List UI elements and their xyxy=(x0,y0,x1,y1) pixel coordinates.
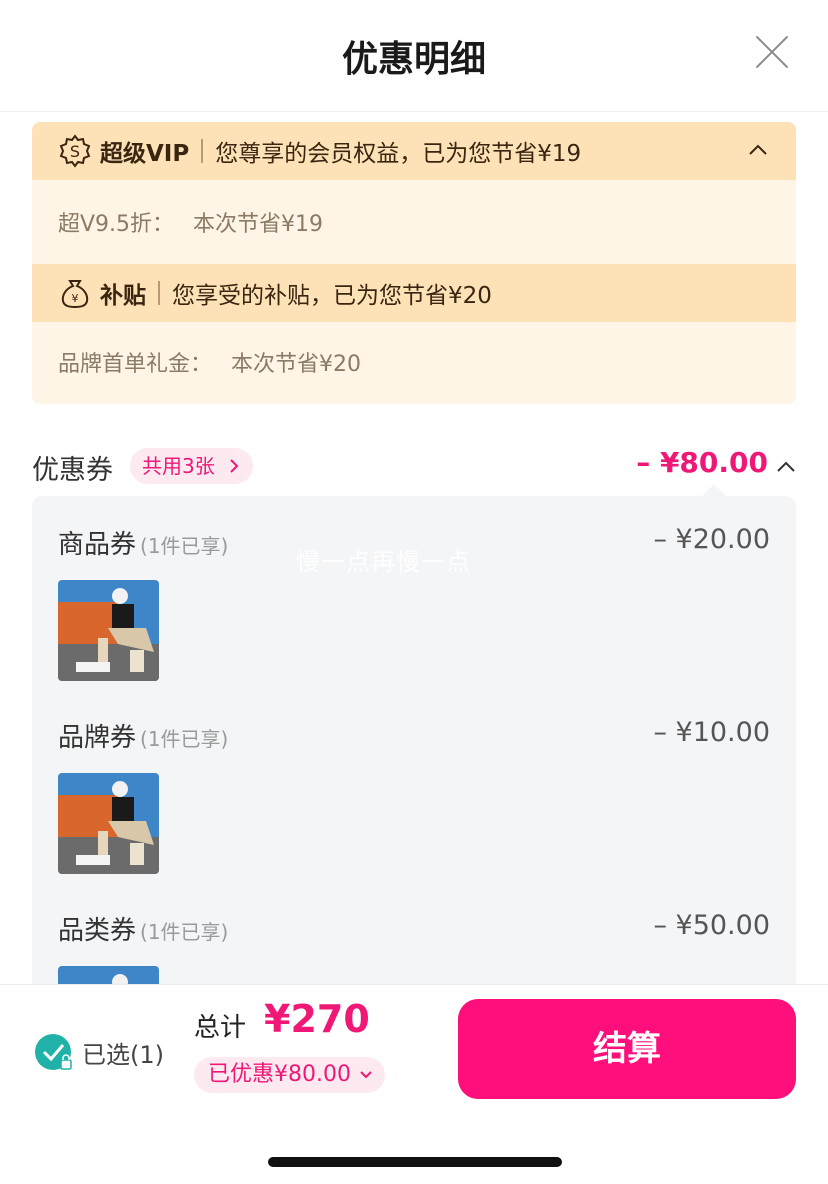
coupon-amount: – ¥10.00 xyxy=(653,717,770,748)
coupon-note: (1件已享) xyxy=(140,534,229,558)
divider xyxy=(158,281,160,305)
close-icon[interactable] xyxy=(754,34,790,70)
coupon-count-pill[interactable]: 共用3张 xyxy=(130,448,253,484)
vip-benefit-header[interactable]: S 超级VIP 您尊享的会员权益，已为您节省¥19 xyxy=(32,122,796,180)
subsidy-detail-row: 品牌首单礼金： 本次节省¥20 xyxy=(58,346,361,378)
coupon-name: 品牌券 xyxy=(58,723,137,753)
svg-text:S: S xyxy=(70,142,80,161)
coupon-amount: – ¥50.00 xyxy=(653,910,770,941)
subsidy-name: 补贴 xyxy=(100,283,146,309)
checkbox-checked-icon[interactable] xyxy=(34,1033,74,1073)
coupon-name: 品类券 xyxy=(58,916,137,946)
coupon-label: 优惠券 xyxy=(32,455,113,486)
checkout-bar: 已选(1) 总计 ¥270 已优惠¥80.00 结算 xyxy=(0,984,828,1184)
coupon-total: – ¥80.00 xyxy=(636,446,768,479)
chevron-right-icon xyxy=(230,459,239,473)
discount-details-sheet: 优惠明细 S 超级VIP 您尊享的会员权益，已为您节省¥19 超V9.5折： 本… xyxy=(0,0,828,1184)
coupon-name: 商品券 xyxy=(58,530,137,560)
total-label: 总计 xyxy=(194,1013,247,1043)
chevron-down-icon xyxy=(360,1071,372,1079)
subsidy-summary: 您享受的补贴，已为您节省¥20 xyxy=(172,283,492,309)
discount-pill[interactable]: 已优惠¥80.00 xyxy=(194,1057,385,1093)
home-indicator[interactable] xyxy=(268,1157,562,1167)
chevron-up-icon[interactable] xyxy=(776,458,796,474)
vip-summary: 您尊享的会员权益，已为您节省¥19 xyxy=(215,141,582,167)
sheet-header: 优惠明细 xyxy=(0,0,828,112)
vip-detail-label: 超V9.5折： xyxy=(58,212,175,237)
selected-count[interactable]: 已选(1) xyxy=(82,1035,164,1070)
subsidy-benefit-header: ¥ 补贴 您享受的补贴，已为您节省¥20 xyxy=(32,264,796,322)
product-thumbnail xyxy=(58,773,159,874)
divider xyxy=(201,139,204,163)
svg-text:¥: ¥ xyxy=(72,292,79,305)
chevron-up-icon[interactable] xyxy=(748,140,768,160)
coupon-count-text: 共用3张 xyxy=(142,454,215,478)
checkout-button[interactable]: 结算 xyxy=(458,999,796,1099)
vip-name: 超级VIP xyxy=(100,141,190,167)
benefits-panel: S 超级VIP 您尊享的会员权益，已为您节省¥19 超V9.5折： 本次节省¥1… xyxy=(32,122,796,404)
discount-text: 已优惠¥80.00 xyxy=(208,1062,351,1087)
vip-detail-row: 超V9.5折： 本次节省¥19 xyxy=(58,206,323,238)
coupon-note: (1件已享) xyxy=(140,920,229,944)
coupon-amount: – ¥20.00 xyxy=(653,524,770,555)
money-bag-icon: ¥ xyxy=(61,280,89,309)
vip-detail-value: 本次节省¥19 xyxy=(193,212,324,237)
product-thumbnail xyxy=(58,580,159,681)
watermark-text: 慢一点再慢一点 xyxy=(296,548,471,576)
total-price: ¥270 xyxy=(264,997,370,1041)
dollar-badge-icon: S xyxy=(59,134,91,168)
coupon-summary-row[interactable]: 优惠券 共用3张 – ¥80.00 xyxy=(32,446,796,486)
coupon-note: (1件已享) xyxy=(140,727,229,751)
subsidy-detail-label: 品牌首单礼金： xyxy=(58,352,213,377)
sheet-title: 优惠明细 xyxy=(341,39,486,80)
subsidy-detail-value: 本次节省¥20 xyxy=(231,352,362,377)
